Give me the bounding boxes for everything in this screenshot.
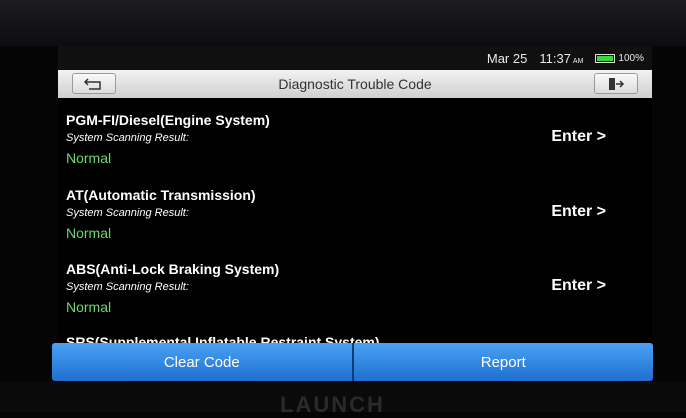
back-arrow-icon bbox=[83, 77, 101, 90]
back-button[interactable] bbox=[72, 73, 116, 94]
system-scan-label: System Scanning Result: bbox=[66, 207, 189, 219]
battery-percent: 100% bbox=[618, 52, 644, 64]
system-name: PGM-FI/Diesel(Engine System) bbox=[66, 112, 270, 128]
system-scan-label: System Scanning Result: bbox=[66, 132, 189, 144]
status-time: 11:37 AM bbox=[539, 50, 584, 66]
device-bezel-top bbox=[0, 0, 686, 46]
system-status: Normal bbox=[66, 299, 112, 315]
system-status: Normal bbox=[66, 150, 112, 166]
device-screen: Mar 25 11:37 AM 100% Diagnostic Trouble C… bbox=[58, 46, 652, 380]
exit-button[interactable] bbox=[594, 73, 638, 94]
system-row-engine: PGM-FI/Diesel(Engine System) System Scan… bbox=[58, 112, 652, 186]
page-title: Diagnostic Trouble Code bbox=[278, 76, 432, 92]
status-bar: Mar 25 11:37 AM 100% bbox=[58, 46, 652, 70]
system-row-abs: ABS(Anti-Lock Braking System) System Sca… bbox=[58, 261, 652, 335]
title-bar: Diagnostic Trouble Code bbox=[58, 70, 652, 98]
status-date: Mar 25 bbox=[486, 50, 528, 66]
system-status: Normal bbox=[66, 225, 112, 241]
system-name: AT(Automatic Transmission) bbox=[66, 187, 256, 203]
system-row-transmission: AT(Automatic Transmission) System Scanni… bbox=[58, 187, 652, 261]
battery-icon bbox=[595, 53, 616, 63]
report-button[interactable]: Report bbox=[353, 343, 653, 381]
system-name: ABS(Anti-Lock Braking System) bbox=[66, 261, 280, 277]
system-scan-label: System Scanning Result: bbox=[66, 281, 189, 293]
clear-code-button[interactable]: Clear Code bbox=[52, 343, 352, 381]
battery-indicator: 100% bbox=[595, 53, 644, 64]
device-brand-logo: LAUNCH bbox=[280, 392, 385, 417]
action-bar: Clear Code Report bbox=[52, 343, 653, 381]
enter-button-engine[interactable]: Enter > bbox=[551, 128, 606, 146]
exit-door-icon bbox=[609, 77, 625, 90]
enter-button-abs[interactable]: Enter > bbox=[551, 277, 606, 295]
enter-button-transmission[interactable]: Enter > bbox=[551, 203, 606, 221]
